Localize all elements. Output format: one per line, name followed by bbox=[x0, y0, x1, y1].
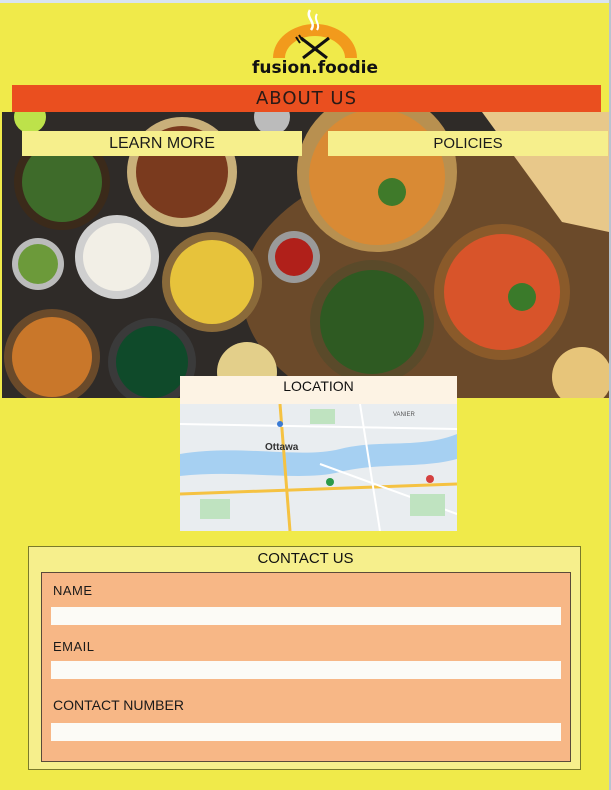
location-section: LOCATION Ottawa VANIER bbox=[180, 376, 457, 531]
about-us-bar[interactable]: ABOUT US bbox=[12, 85, 601, 112]
contact-title: CONTACT US bbox=[257, 550, 354, 567]
window-top-edge bbox=[0, 0, 611, 3]
brand-logo[interactable]: fusion.foodie bbox=[240, 8, 390, 78]
map-city-label: Ottawa bbox=[265, 442, 299, 453]
chef-fork-knife-logo-icon bbox=[273, 9, 357, 60]
learn-more-button[interactable]: LEARN MORE bbox=[22, 131, 302, 156]
email-field[interactable] bbox=[51, 661, 561, 679]
contact-number-label: CONTACT NUMBER bbox=[53, 697, 184, 713]
brand-name: fusion.foodie bbox=[252, 58, 378, 78]
contact-form: NAME EMAIL CONTACT NUMBER bbox=[41, 572, 571, 762]
name-field[interactable] bbox=[51, 607, 561, 625]
contact-number-field[interactable] bbox=[51, 723, 561, 741]
name-label: NAME bbox=[53, 583, 93, 598]
location-title: LOCATION bbox=[283, 378, 354, 394]
policies-button[interactable]: POLICIES bbox=[328, 131, 608, 156]
map-area-label: VANIER bbox=[393, 412, 416, 418]
contact-section: CONTACT US NAME EMAIL CONTACT NUMBER bbox=[28, 546, 581, 770]
email-label: EMAIL bbox=[53, 639, 95, 654]
location-map[interactable]: Ottawa VANIER bbox=[180, 404, 457, 531]
